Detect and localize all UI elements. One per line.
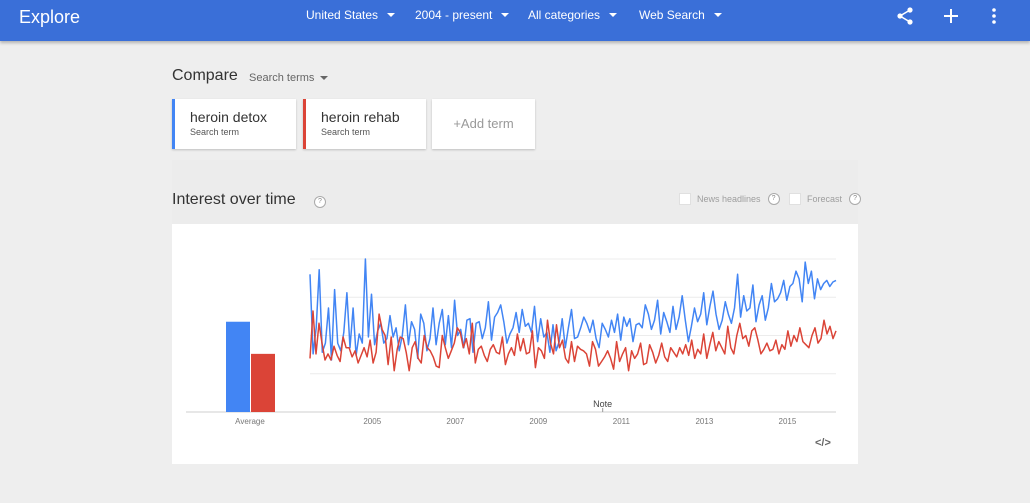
term-type: Search term bbox=[321, 127, 371, 137]
series-line bbox=[309, 258, 837, 361]
average-label: Average bbox=[235, 417, 265, 426]
term-name: heroin rehab bbox=[321, 109, 400, 125]
add-icon[interactable] bbox=[941, 6, 961, 26]
compare-title: Compare bbox=[172, 67, 238, 84]
x-tick-label: 2007 bbox=[446, 417, 464, 426]
add-term-button[interactable]: +Add term bbox=[432, 99, 535, 149]
filter-category[interactable]: All categories bbox=[528, 8, 618, 22]
help-icon[interactable]: ? bbox=[849, 193, 862, 205]
interest-over-time-title: Interest over time bbox=[172, 191, 296, 208]
x-tick-label: 2015 bbox=[779, 417, 797, 426]
x-tick-label: 2005 bbox=[363, 417, 381, 426]
average-bar bbox=[226, 321, 250, 412]
filter-search-type[interactable]: Web Search bbox=[639, 8, 722, 22]
help-icon[interactable]: ? bbox=[314, 196, 326, 208]
note-label: Note bbox=[593, 399, 612, 409]
search-terms-label: Search terms bbox=[249, 72, 315, 84]
average-bar bbox=[251, 353, 275, 412]
x-tick-label: 2011 bbox=[613, 417, 631, 426]
chevron-down-icon bbox=[501, 13, 510, 17]
help-icon[interactable]: ? bbox=[767, 193, 780, 205]
filter-region[interactable]: United States bbox=[306, 8, 396, 22]
forecast-label: Forecast bbox=[807, 194, 843, 204]
news-headlines-label: News headlines bbox=[697, 194, 761, 204]
filter-search-type-label: Web Search bbox=[639, 8, 705, 22]
term-card-heroin-rehab[interactable]: heroin rehab Search term bbox=[303, 99, 426, 149]
chevron-down-icon bbox=[387, 13, 396, 17]
filter-category-label: All categories bbox=[528, 8, 601, 22]
filter-time-label: 2004 - present bbox=[415, 8, 493, 22]
forecast-checkbox[interactable] bbox=[789, 193, 801, 205]
search-terms-dropdown[interactable]: Search terms bbox=[249, 72, 329, 84]
news-headlines-option: News headlines ? bbox=[679, 193, 780, 205]
term-name: heroin detox bbox=[190, 109, 268, 125]
app-title[interactable]: Explore bbox=[19, 7, 80, 28]
share-icon[interactable] bbox=[895, 6, 915, 26]
embed-code-icon[interactable]: </> bbox=[815, 437, 831, 449]
chevron-down-icon bbox=[713, 13, 722, 17]
term-type: Search term bbox=[190, 127, 240, 137]
chevron-down-icon bbox=[609, 13, 618, 17]
forecast-option: Forecast ? bbox=[789, 193, 862, 205]
filter-region-label: United States bbox=[306, 8, 379, 22]
interest-chart: Average 2005 2007 2009 2011 2013 2015 Note bbox=[186, 258, 837, 426]
x-tick-label: 2009 bbox=[529, 417, 547, 426]
chevron-down-icon bbox=[320, 76, 329, 80]
top-bar: Explore United States 2004 - present All… bbox=[0, 0, 1030, 41]
interest-chart-panel: Average 2005 2007 2009 2011 2013 2015 Note bbox=[172, 224, 858, 464]
term-card-heroin-detox[interactable]: heroin detox Search term bbox=[172, 99, 296, 149]
more-vert-icon[interactable] bbox=[984, 6, 1004, 26]
filter-time-range[interactable]: 2004 - present bbox=[415, 8, 510, 22]
news-headlines-checkbox[interactable] bbox=[679, 193, 691, 205]
x-tick-label: 2013 bbox=[695, 417, 713, 426]
